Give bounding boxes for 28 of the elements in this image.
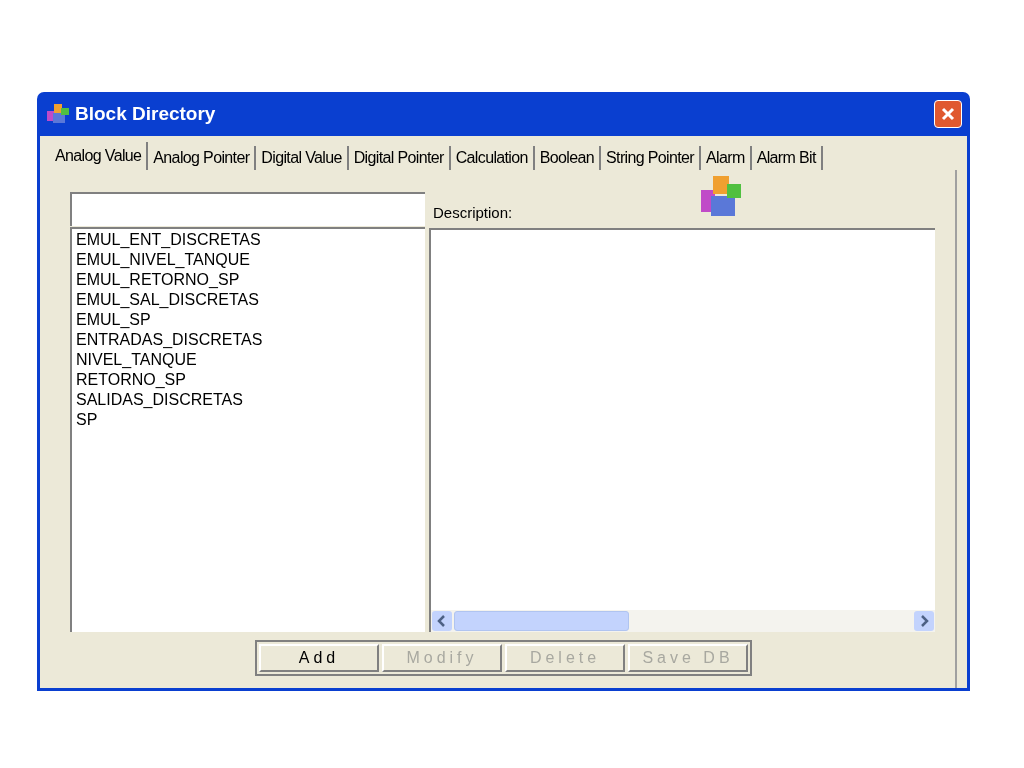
scrollbar-thumb[interactable] — [454, 611, 629, 631]
tab[interactable]: Digital Pointer — [348, 146, 451, 170]
close-button[interactable] — [934, 100, 962, 128]
description-label: Description: — [433, 202, 513, 223]
list-item[interactable]: ENTRADAS_DISCRETAS — [76, 330, 425, 350]
list-item[interactable]: EMUL_RETORNO_SP — [76, 270, 425, 290]
list-item[interactable]: EMUL_NIVEL_TANQUE — [76, 250, 425, 270]
tab[interactable]: Alarm Bit — [751, 146, 823, 170]
tab[interactable]: Calculation — [450, 146, 535, 170]
window-title: Block Directory — [75, 101, 216, 126]
action-button[interactable]: Add — [259, 644, 379, 672]
tab[interactable]: Digital Value — [256, 146, 349, 170]
tab[interactable]: Analog Pointer — [148, 146, 257, 170]
list-item[interactable]: SALIDAS_DISCRETAS — [76, 390, 425, 410]
list-item[interactable]: EMUL_SP — [76, 310, 425, 330]
block-list[interactable]: EMUL_ENT_DISCRETAS EMUL_NIVEL_TANQUE EMUL_RETORNO_SP EMUL_SAL_DISCRETAS EMUL_SP ENTRADAS_DISCRETAS NIVEL_TANQUE RETORNO_SP SALIDAS_DISCRETAS SP — [70, 227, 425, 632]
tab[interactable]: Alarm — [701, 146, 752, 170]
list-item[interactable]: SP — [76, 410, 425, 430]
tab[interactable]: Boolean — [534, 146, 602, 170]
horizontal-scrollbar[interactable] — [431, 610, 935, 632]
list-item[interactable]: EMUL_ENT_DISCRETAS — [76, 230, 425, 250]
list-item[interactable]: EMUL_SAL_DISCRETAS — [76, 290, 425, 310]
list-item[interactable]: NIVEL_TANQUE — [76, 350, 425, 370]
list-item[interactable]: RETORNO_SP — [76, 370, 425, 390]
search-field[interactable] — [70, 192, 425, 226]
blocks-icon — [45, 102, 71, 126]
tab[interactable]: String Pointer — [601, 146, 702, 170]
close-icon — [940, 106, 956, 122]
